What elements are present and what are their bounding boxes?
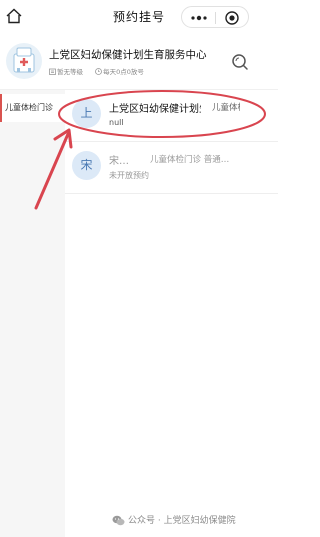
wechat-icon [112,515,125,526]
doctor-list-item[interactable]: 上 上党区妇幼保健计划生育服务中心 儿童体检门诊 null [65,90,278,142]
hospital-level: 暂无等级 [57,68,83,76]
watermark: 公众号 · 上党区妇幼保健院 [112,513,236,526]
hospital-header: 上党区妇幼保健计划生育服务中心 暂无等级 每天0点0放号 [0,38,278,90]
doctor-description: null [109,118,124,127]
sidebar: 儿童体检门诊 [0,90,65,537]
clock-icon [95,67,103,75]
close-target-icon[interactable] [224,10,240,26]
release-schedule: 每天0点0放号 [103,68,144,76]
doctor-department: 儿童体检门诊 普通… [150,155,230,165]
doctor-name: 上党区妇幼保健计划生育服务中心 [109,104,201,115]
doctor-list: 上 上党区妇幼保健计划生育服务中心 儿童体检门诊 null 宋 宋… 儿童体检门… [65,90,278,194]
level-icon [49,68,56,75]
doctor-department: 儿童体检门诊 [212,103,240,113]
capsule-menu [181,6,249,28]
doctor-list-item[interactable]: 宋 宋… 儿童体检门诊 普通… 未开放预约 [65,142,278,194]
avatar: 上 [72,99,101,128]
doctor-name: 宋… [109,156,129,167]
avatar: 宋 [72,151,101,180]
doctor-description: 未开放预约 [109,171,149,180]
sidebar-item-child-checkup[interactable]: 儿童体检门诊 [0,94,65,122]
navbar: 预约挂号 [0,0,278,34]
search-icon[interactable] [231,53,249,71]
hospital-logo-icon [6,43,42,79]
hospital-meta: 暂无等级 每天0点0放号 [49,66,144,76]
hospital-name: 上党区妇幼保健计划生育服务中心 [49,49,207,61]
watermark-text: 公众号 · 上党区妇幼保健院 [128,516,236,526]
more-dots-icon[interactable] [190,11,208,25]
sidebar-item-label: 儿童体检门诊 [5,103,53,112]
capsule-divider [215,12,216,24]
